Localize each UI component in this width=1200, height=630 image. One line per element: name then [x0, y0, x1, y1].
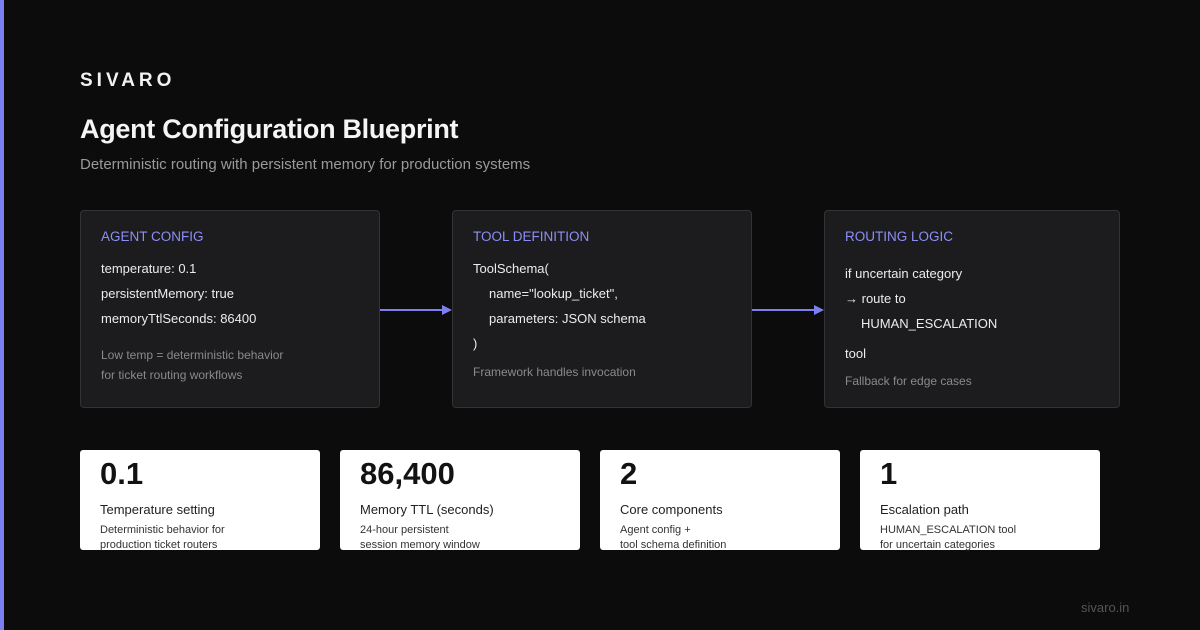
stat-label: Temperature setting [100, 502, 215, 517]
stat-description-line: HUMAN_ESCALATION tool [880, 524, 1017, 536]
stat-description-line: Agent config + [620, 524, 691, 536]
stat-description-line: session memory window [360, 539, 480, 551]
routing-logic-card: ROUTING LOGIC if uncertain category → ro… [824, 210, 1120, 408]
code-line-temperature: temperature: 0.1 [101, 261, 197, 276]
code-line-tool-name: name="lookup_ticket", [489, 286, 618, 301]
stat-description-line: tool schema definition [620, 539, 727, 551]
stat-description-line: Deterministic behavior for [100, 524, 225, 536]
stat-card-temperature: 0.1 Temperature setting Deterministic be… [80, 450, 320, 551]
footer-url: sivaro.in [1081, 600, 1130, 615]
stat-value: 86,400 [360, 456, 455, 491]
stat-card-memory-ttl: 86,400 Memory TTL (seconds) 24-hour pers… [340, 450, 580, 551]
page-subtitle: Deterministic routing with persistent me… [80, 156, 531, 173]
card-heading: AGENT CONFIG [101, 229, 204, 244]
stat-description-line: for uncertain categories [880, 539, 995, 551]
agent-config-card: AGENT CONFIG temperature: 0.1 persistent… [80, 210, 380, 408]
code-line-persistent-memory: persistentMemory: true [101, 286, 234, 301]
card-heading: TOOL DEFINITION [473, 229, 590, 244]
left-accent-bar [0, 0, 4, 630]
tool-definition-card: TOOL DEFINITION ToolSchema( name="lookup… [452, 210, 752, 408]
stat-value: 1 [880, 456, 898, 491]
stat-card-escalation-path: 1 Escalation path HUMAN_ESCALATION tool … [860, 450, 1100, 551]
stat-description-line: production ticket routers [100, 539, 218, 551]
stat-label: Escalation path [880, 502, 969, 517]
code-line-tool-schema-close: ) [473, 336, 478, 351]
brand-logo: SIVARO [80, 70, 176, 91]
stat-description-line: 24-hour persistent [360, 524, 449, 536]
code-line-route-to: → route to [845, 291, 906, 306]
card-note-line: Framework handles invocation [473, 365, 636, 379]
code-line-escalation-target: HUMAN_ESCALATION [861, 316, 998, 331]
page-title: Agent Configuration Blueprint [80, 114, 459, 144]
stat-label: Core components [620, 502, 723, 517]
code-line-tool: tool [845, 346, 866, 361]
card-heading: ROUTING LOGIC [845, 229, 954, 244]
stat-value: 0.1 [100, 456, 144, 491]
flow-arrow [380, 305, 452, 315]
stat-card-core-components: 2 Core components Agent config + tool sc… [600, 450, 840, 551]
stat-value: 2 [620, 456, 638, 491]
flow-arrow [752, 305, 824, 315]
stat-label: Memory TTL (seconds) [360, 502, 494, 517]
code-line-tool-parameters: parameters: JSON schema [489, 311, 646, 326]
card-note-line: Low temp = deterministic behavior [101, 348, 284, 362]
code-line-tool-schema-open: ToolSchema( [473, 261, 549, 276]
code-line-condition: if uncertain category [845, 266, 963, 281]
code-line-memory-ttl: memoryTtlSeconds: 86400 [101, 311, 257, 326]
card-note-line: Fallback for edge cases [845, 374, 972, 388]
card-note-line: for ticket routing workflows [101, 368, 243, 382]
